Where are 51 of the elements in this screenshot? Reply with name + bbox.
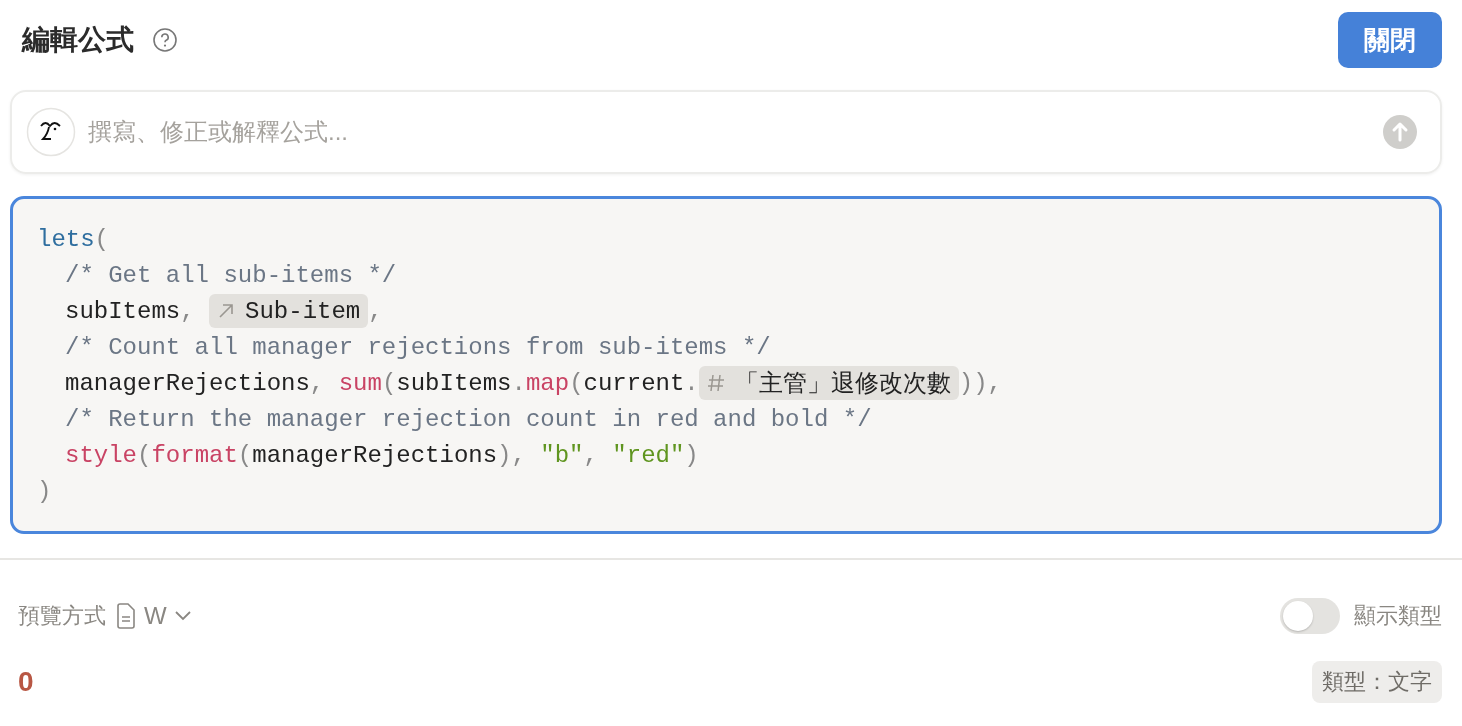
code-token: managerRejections: [252, 441, 498, 469]
formula-editor[interactable]: [10, 196, 1442, 534]
code-token: map: [525, 369, 570, 397]
type-badge: 類型：文字: [1312, 661, 1442, 703]
toggle-label: 顯示類型: [1354, 602, 1442, 630]
code-token: current: [583, 369, 685, 397]
code-token: ): [37, 477, 52, 505]
property-chip[interactable]: 「主管」退修改次數: [698, 366, 959, 400]
code-token: format: [151, 441, 238, 469]
code-token: ,: [180, 297, 196, 325]
prompt-field[interactable]: 撰寫、修正或解釋公式...: [10, 90, 1442, 174]
face-avatar-icon: [26, 107, 76, 157]
code-comment: /* Count all manager rejections from sub-items */: [65, 333, 771, 361]
code-token: ): [684, 441, 699, 469]
code-token: (: [137, 441, 152, 469]
code-token: (: [569, 369, 584, 397]
code-token: ,: [583, 441, 599, 469]
close-button[interactable]: 關閉: [1338, 12, 1442, 68]
prompt-input[interactable]: 撰寫、修正或解釋公式...: [86, 117, 1372, 147]
result-value: 0: [18, 666, 34, 698]
code-token: subItems: [396, 369, 512, 397]
code-token: sum: [338, 369, 382, 397]
hash-icon: [706, 373, 725, 393]
preview-label: 預覽方式: [18, 602, 106, 630]
chevron-down-icon: [174, 611, 191, 621]
code-token: ,: [309, 369, 326, 397]
code-token: "red": [612, 441, 685, 469]
code-token: .: [684, 369, 699, 397]
code-token: ,: [368, 297, 383, 325]
code-token: style: [65, 441, 137, 469]
format-dropdown[interactable]: W: [116, 602, 191, 630]
code-token: ),: [497, 441, 527, 469]
dialog-title: 編輯公式: [22, 23, 134, 57]
code-token: subItems: [65, 297, 181, 325]
property-chip[interactable]: Sub-item: [209, 294, 369, 328]
code-token: managerRejections: [65, 369, 310, 397]
code-token: .: [511, 369, 526, 397]
toggle-switch[interactable]: [1280, 598, 1340, 634]
property-name: 「主管」退修改次數: [734, 369, 951, 399]
code-comment: /* Return the manager rejection count in red and bold */: [65, 405, 872, 433]
property-name: Sub-item: [245, 297, 361, 325]
help-icon[interactable]: [152, 27, 178, 53]
code-token: "b": [540, 441, 584, 469]
code-token: (: [237, 441, 253, 469]
document-icon: [116, 603, 136, 629]
arrow-icon: [217, 302, 236, 320]
code-token: (: [94, 225, 109, 253]
code-token: (: [381, 369, 397, 397]
code-comment: /* Get all sub-items */: [65, 261, 397, 289]
code-token: lets: [37, 225, 95, 253]
code-token: )),: [958, 369, 1002, 397]
